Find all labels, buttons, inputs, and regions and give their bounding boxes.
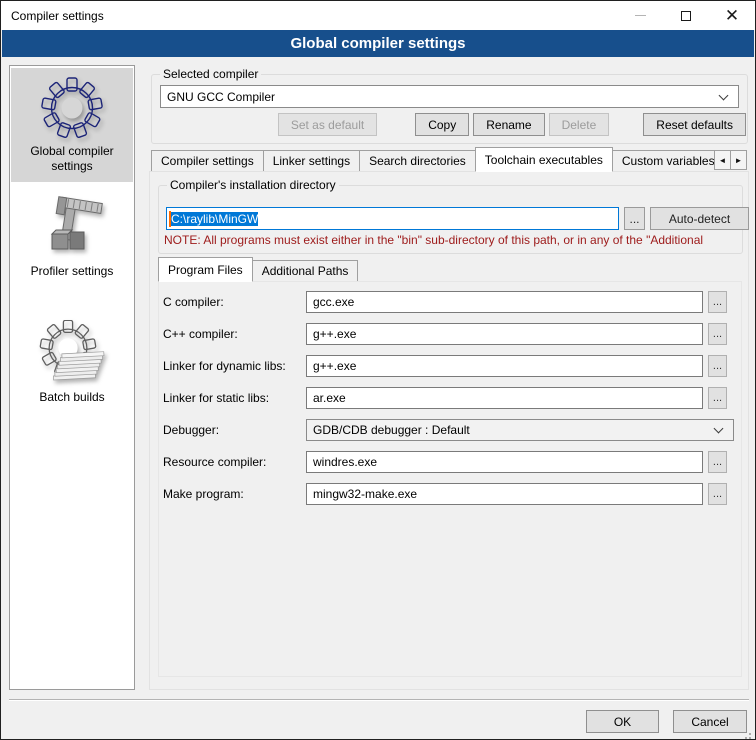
dialog-header: Global compiler settings xyxy=(2,30,754,57)
tab-compiler-settings[interactable]: Compiler settings xyxy=(151,150,264,172)
auto-detect-button[interactable]: Auto-detect xyxy=(650,207,749,230)
sidebar-item-profiler-settings[interactable]: Profiler settings xyxy=(11,188,133,292)
cancel-label: Cancel xyxy=(691,715,728,729)
field-row-c-compiler: C++ compiler:... xyxy=(163,323,741,345)
field-label: Linker for static libs: xyxy=(163,391,306,405)
tab-scroll-right-button[interactable]: ► xyxy=(730,150,747,170)
compiler-buttons-row: Set as default CopyRenameDelete Reset defa… xyxy=(152,113,746,136)
tab-linker-settings[interactable]: Linker settings xyxy=(263,150,360,172)
reset-defaults-button[interactable]: Reset defaults xyxy=(643,113,746,136)
window-controls: ✕ xyxy=(617,1,755,30)
ok-label: OK xyxy=(614,715,631,729)
field-label: Resource compiler: xyxy=(163,455,306,469)
toolchain-executables-panel: Compiler's installation directory C:\ray… xyxy=(149,171,749,690)
close-icon: ✕ xyxy=(725,11,739,21)
sidebar-item-label: Global compiler settings xyxy=(11,144,133,174)
copy-button[interactable]: Copy xyxy=(415,113,469,136)
chevron-down-icon xyxy=(719,90,729,100)
resource-compiler-browse-button[interactable]: ... xyxy=(708,451,727,473)
arrow-left-icon: ◄ xyxy=(719,156,727,165)
selected-compiler-group: Selected compiler GNU GCC Compiler Set a… xyxy=(151,67,748,144)
delete-button: Delete xyxy=(549,113,610,136)
minimize-button xyxy=(617,1,663,30)
program-files-fields: C compiler:...C++ compiler:...Linker for… xyxy=(163,291,741,505)
tab-program-files[interactable]: Program Files xyxy=(158,257,253,282)
settings-tabstrip: Compiler settingsLinker settingsSearch d… xyxy=(151,147,715,172)
make-program-input[interactable] xyxy=(306,483,703,505)
linker-for-static-libs-browse-button[interactable]: ... xyxy=(708,387,727,409)
chevron-down-icon xyxy=(714,424,724,434)
compiler-settings-dialog: Compiler settings ✕ Global compiler sett… xyxy=(0,0,756,740)
resize-grip[interactable] xyxy=(749,733,751,735)
rename-button[interactable]: Rename xyxy=(473,113,544,136)
sidebar-item-batch-builds[interactable]: Batch builds xyxy=(11,314,133,418)
tab-toolchain-executables[interactable]: Toolchain executables xyxy=(475,147,613,172)
blue-gear-icon xyxy=(38,74,106,142)
linker-for-dynamic-libs-browse-button[interactable]: ... xyxy=(708,355,727,377)
make-program-browse-button[interactable]: ... xyxy=(708,483,727,505)
field-label: Make program: xyxy=(163,487,306,501)
tab-additional-paths[interactable]: Additional Paths xyxy=(252,260,359,282)
c-compiler-input[interactable] xyxy=(306,291,703,313)
sidebar-item-label: Profiler settings xyxy=(11,264,133,279)
browse-ellipsis-label: ... xyxy=(629,212,639,226)
sidebar-item-label: Batch builds xyxy=(11,390,133,405)
program-files-panel: C compiler:...C++ compiler:...Linker for… xyxy=(158,281,742,677)
arrow-right-icon: ► xyxy=(735,156,743,165)
field-row-linker-for-dynamic-libs: Linker for dynamic libs:... xyxy=(163,355,741,377)
linker-for-static-libs-input[interactable] xyxy=(306,387,703,409)
titlebar: Compiler settings ✕ xyxy=(1,1,755,30)
compiler-select-value: GNU GCC Compiler xyxy=(161,90,720,104)
compiler-select[interactable]: GNU GCC Compiler xyxy=(160,85,739,108)
linker-for-dynamic-libs-input[interactable] xyxy=(306,355,703,377)
field-row-linker-for-static-libs: Linker for static libs:... xyxy=(163,387,741,409)
tab-search-directories[interactable]: Search directories xyxy=(359,150,476,172)
footer-divider xyxy=(9,699,749,701)
ok-button[interactable]: OK xyxy=(586,710,659,733)
field-label: C compiler: xyxy=(163,295,306,309)
installation-directory-legend: Compiler's installation directory xyxy=(167,178,339,192)
tab-custom-variables[interactable]: Custom variables xyxy=(612,150,715,172)
cancel-button[interactable]: Cancel xyxy=(673,710,747,733)
gray-gear-stack-icon xyxy=(38,320,106,388)
c-compiler-input[interactable] xyxy=(306,323,703,345)
field-row-make-program: Make program:... xyxy=(163,483,741,505)
field-row-c-compiler: C compiler:... xyxy=(163,291,741,313)
sidebar: Global compiler settings Profiler setting… xyxy=(9,65,135,690)
field-row-debugger: Debugger:GDB/CDB debugger : Default xyxy=(163,419,741,441)
maximize-icon xyxy=(681,11,691,21)
page-title: Global compiler settings xyxy=(290,35,465,52)
set-as-default-button: Set as default xyxy=(278,113,377,136)
c-compiler-browse-button[interactable]: ... xyxy=(708,291,727,313)
sidebar-item-global-compiler-settings[interactable]: Global compiler settings xyxy=(11,68,133,182)
caliper-icon xyxy=(38,194,106,262)
installation-directory-input[interactable]: C:\raylib\MinGW xyxy=(166,207,619,230)
resource-compiler-input[interactable] xyxy=(306,451,703,473)
field-label: C++ compiler: xyxy=(163,327,306,341)
installation-directory-value: C:\raylib\MinGW xyxy=(171,212,258,226)
program-files-tabstrip: Program FilesAdditional Paths xyxy=(158,258,358,282)
tab-scroll-arrows: ◄ ► xyxy=(715,150,747,170)
close-button[interactable]: ✕ xyxy=(709,1,755,30)
field-row-resource-compiler: Resource compiler:... xyxy=(163,451,741,473)
selected-compiler-legend: Selected compiler xyxy=(160,67,261,81)
directory-browse-button[interactable]: ... xyxy=(624,207,645,230)
field-label: Linker for dynamic libs: xyxy=(163,359,306,373)
maximize-button[interactable] xyxy=(663,1,709,30)
c-compiler-browse-button[interactable]: ... xyxy=(708,323,727,345)
select-value: GDB/CDB debugger : Default xyxy=(307,423,715,437)
window-title: Compiler settings xyxy=(11,9,104,23)
field-label: Debugger: xyxy=(163,423,306,437)
debugger-select[interactable]: GDB/CDB debugger : Default xyxy=(306,419,734,441)
tab-scroll-left-button[interactable]: ◄ xyxy=(714,150,731,170)
auto-detect-label: Auto-detect xyxy=(669,212,730,226)
minimize-icon xyxy=(635,15,646,16)
bin-subdirectory-note: NOTE: All programs must exist either in … xyxy=(164,233,744,247)
